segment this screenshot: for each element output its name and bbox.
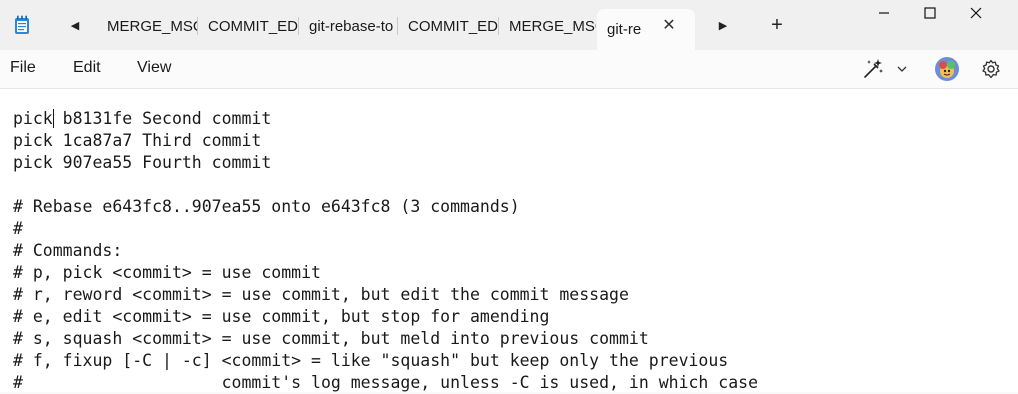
tab-merge-msg-2[interactable]: MERGE_MSG xyxy=(499,9,596,43)
editor-line: # xyxy=(13,219,23,238)
tabs-scroll-right-button[interactable]: ▶ xyxy=(711,13,735,37)
chevron-left-icon: ◀ xyxy=(70,19,80,32)
plus-icon: + xyxy=(771,13,783,36)
tab-label: git-rebase-to xyxy=(309,17,394,35)
new-tab-button[interactable]: + xyxy=(766,14,788,36)
tab-label: COMMIT_ED xyxy=(408,17,498,35)
minimize-icon xyxy=(879,12,889,14)
tab-commit-ed-2[interactable]: COMMIT_ED xyxy=(398,9,498,43)
tab-merge-msg-1[interactable]: MERGE_MSG xyxy=(97,9,197,43)
editor-line: # r, reword <commit> = use commit, but e… xyxy=(13,285,629,304)
editor-line: pick b8131fe Second commit xyxy=(13,109,272,128)
text-caret xyxy=(53,109,54,128)
editor-line: # Rebase e643fc8..907ea55 onto e643fc8 (… xyxy=(13,197,520,216)
editor-line: pick 1ca87a7 Third commit xyxy=(13,131,262,150)
maximize-button[interactable] xyxy=(907,0,953,26)
tabs-scroll-left-button[interactable]: ◀ xyxy=(63,13,87,37)
editor-line: # p, pick <commit> = use commit xyxy=(13,263,321,282)
chevron-right-icon: ▶ xyxy=(718,19,728,32)
editor-line: # s, squash <commit> = use commit, but m… xyxy=(13,329,649,348)
tab-git-re-active[interactable]: git-re ✕ xyxy=(597,9,695,50)
editor-line: pick 907ea55 Fourth commit xyxy=(13,153,272,172)
settings-button[interactable] xyxy=(978,56,1004,82)
menu-view[interactable]: View xyxy=(137,59,171,77)
copilot-sparkle-icon xyxy=(864,59,883,78)
tab-label: MERGE_MSG xyxy=(107,17,197,35)
notepad-icon xyxy=(15,15,29,34)
menu-file[interactable]: File xyxy=(10,59,36,77)
close-window-button[interactable] xyxy=(953,0,999,26)
copilot-button[interactable] xyxy=(860,56,886,82)
maximize-icon xyxy=(924,7,936,19)
tab-git-rebase-todo[interactable]: git-rebase-to xyxy=(299,9,397,43)
text-editor[interactable]: pick b8131fe Second commit pick 1ca87a7 T… xyxy=(0,89,1018,392)
menu-bar: File Edit View xyxy=(0,50,1018,89)
title-bar: ◀ MERGE_MSG COMMIT_ED git-rebase-to COMM… xyxy=(0,0,1018,50)
minimize-button[interactable] xyxy=(861,0,907,26)
gear-icon xyxy=(982,59,1000,79)
close-icon[interactable]: ✕ xyxy=(661,17,677,34)
editor-line: # e, edit <commit> = use commit, but sto… xyxy=(13,307,550,326)
copilot-dropdown-button[interactable] xyxy=(890,56,914,82)
profile-button[interactable] xyxy=(934,56,960,82)
avatar xyxy=(935,57,959,81)
editor-content[interactable]: pick b8131fe Second commit pick 1ca87a7 T… xyxy=(13,108,758,394)
tab-label: MERGE_MSG xyxy=(509,17,596,35)
menu-edit[interactable]: Edit xyxy=(73,59,101,77)
editor-line: # commit's log message, unless -C is use… xyxy=(13,373,759,392)
chevron-down-icon xyxy=(897,66,907,72)
editor-line: # Commands: xyxy=(13,241,123,260)
editor-line: # f, fixup [-C | -c] <commit> = like "sq… xyxy=(13,351,729,370)
close-icon xyxy=(970,7,982,19)
tab-label: COMMIT_ED xyxy=(208,17,298,35)
tab-label: git-re xyxy=(607,21,642,38)
tab-commit-ed-1[interactable]: COMMIT_ED xyxy=(198,9,298,43)
